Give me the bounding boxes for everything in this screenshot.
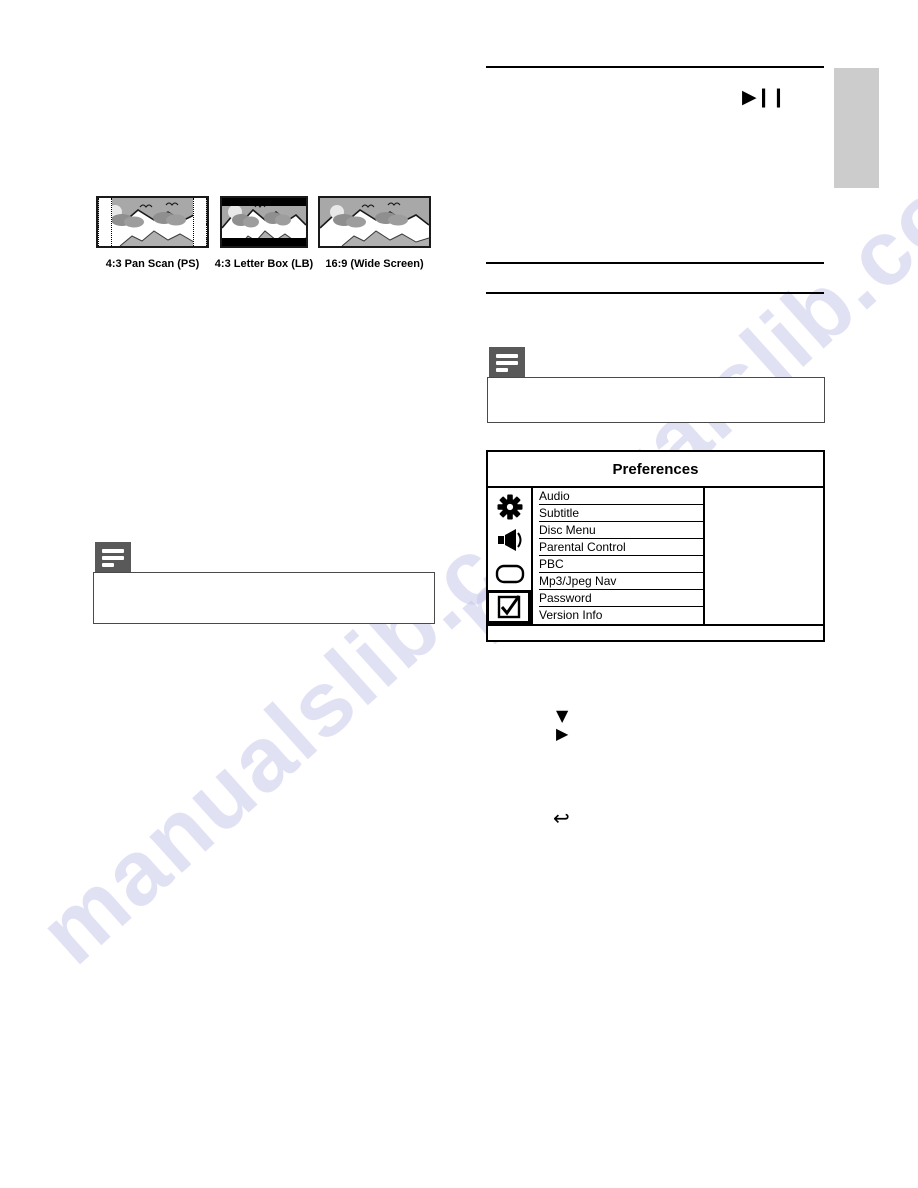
osd-list: Audio Subtitle Disc Menu Parental Contro… (533, 488, 823, 624)
osd-item-parental-control[interactable]: Parental Control (539, 539, 703, 556)
figure-aspect-ratios: 4:3 Pan Scan (PS) 4:3 Letter Box (LB) 16… (96, 196, 446, 280)
note-text (93, 572, 435, 624)
video-icon-glyph (495, 564, 524, 583)
tv-letter-box-thumbnail (220, 196, 308, 248)
speaker-icon-glyph (497, 529, 521, 552)
osd-item-column: Audio Subtitle Disc Menu Parental Contro… (533, 488, 705, 624)
osd-footer (488, 624, 823, 644)
landscape-scene (98, 198, 207, 246)
letter-box-bar-bottom (222, 238, 306, 246)
figure-caption: 4:3 Letter Box (LB) (214, 258, 314, 270)
back-icon: ↩ (553, 806, 570, 830)
gear-icon-glyph (497, 494, 522, 520)
section-rule-middle (486, 262, 824, 264)
figure-caption: 16:9 (Wide Screen) (325, 258, 424, 270)
figure-item-letter-box: 4:3 Letter Box (LB) (215, 196, 313, 270)
letter-box-bar-top (222, 198, 306, 206)
osd-icon-column (486, 488, 533, 625)
manual-page: ▶❙❙ 4:3 Pan Scan (PS) 4:3 Letter Box (LB… (0, 0, 918, 1188)
note-text (487, 377, 825, 423)
osd-item-password[interactable]: Password (539, 590, 703, 607)
osd-item-version-info[interactable]: Version Info (539, 607, 703, 624)
pan-scan-crop-marker-left (98, 198, 112, 246)
note-icon (489, 347, 525, 377)
osd-body: Audio Subtitle Disc Menu Parental Contro… (486, 488, 823, 625)
gear-icon[interactable] (489, 490, 530, 523)
note-icon (95, 542, 131, 572)
landscape-scene (320, 198, 429, 246)
play-pause-icon: ▶❙❙ (742, 86, 786, 108)
speaker-icon[interactable] (489, 523, 530, 556)
pan-scan-crop-marker-right (193, 198, 207, 246)
osd-title: Preferences (488, 452, 823, 488)
osd-item-mp3-jpeg-nav[interactable]: Mp3/Jpeg Nav (539, 573, 703, 590)
tv-pan-scan-thumbnail (96, 196, 209, 248)
preferences-osd-panel: Preferences Audio Subtitle Disc Menu Par… (486, 450, 825, 642)
nav-down-icon: ▼ (556, 706, 569, 725)
figure-item-pan-scan: 4:3 Pan Scan (PS) (96, 196, 209, 270)
checkbox-icon[interactable] (486, 590, 531, 625)
checkbox-icon-glyph (497, 595, 520, 619)
osd-item-audio[interactable]: Audio (539, 488, 703, 505)
figure-item-wide-screen: 16:9 (Wide Screen) (318, 196, 431, 270)
tv-wide-screen-thumbnail (318, 196, 431, 248)
section-rule-top (486, 66, 824, 68)
video-icon[interactable] (489, 557, 530, 590)
osd-item-pbc[interactable]: PBC (539, 556, 703, 573)
osd-item-disc-menu[interactable]: Disc Menu (539, 522, 703, 539)
nav-right-icon: ▶ (556, 724, 569, 743)
osd-value-column (705, 488, 823, 624)
osd-item-subtitle[interactable]: Subtitle (539, 505, 703, 522)
section-rule-lower (486, 292, 824, 294)
figure-caption: 4:3 Pan Scan (PS) (105, 258, 200, 270)
chapter-tab (834, 68, 879, 188)
